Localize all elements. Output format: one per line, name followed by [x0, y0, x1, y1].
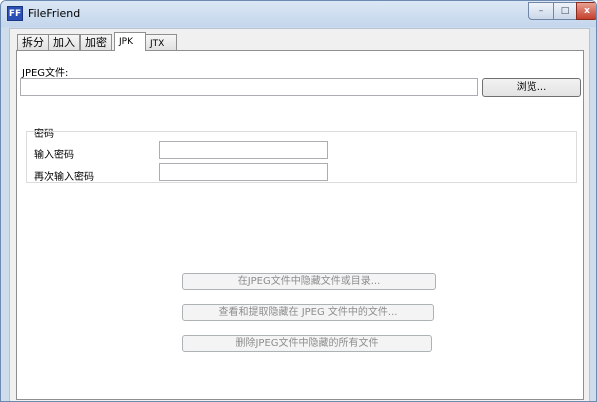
jpeg-file-input[interactable] — [20, 78, 478, 96]
confirm-password-label: 再次输入密码 — [34, 172, 94, 183]
confirm-password-input[interactable] — [159, 163, 328, 181]
password-label: 输入密码 — [34, 150, 74, 161]
jpeg-file-label: JPEG文件: — [22, 68, 69, 79]
extract-files-button[interactable]: 查看和提取隐藏在 JPEG 文件中的文件... — [182, 304, 434, 321]
tab-encrypt[interactable]: 加密 — [80, 34, 112, 50]
maximize-button[interactable]: □ — [553, 2, 577, 20]
minimize-button[interactable]: – — [528, 2, 554, 20]
password-input[interactable] — [159, 141, 328, 159]
title-bar[interactable]: FF FileFriend – □ x — [1, 1, 596, 27]
tab-jpk[interactable]: JPK — [114, 32, 146, 51]
tab-split[interactable]: 拆分 — [17, 34, 49, 50]
tab-jpk-label: JPK — [119, 37, 133, 47]
jpk-panel: JPEG文件: 浏览... 密码 输入密码 再次输入密码 在JPEG文件中隐藏文… — [16, 50, 584, 400]
tab-jtx-label: JTX — [150, 39, 165, 49]
browse-button[interactable]: 浏览... — [482, 78, 581, 97]
client-area: 拆分 加入 加密 JPK JTX JPEG文件: 浏览... 密码 输入密码 再… — [9, 28, 590, 401]
app-icon: FF — [7, 6, 23, 21]
window-title: FileFriend — [28, 7, 81, 20]
tab-join[interactable]: 加入 — [48, 34, 80, 50]
delete-hidden-files-button[interactable]: 删除JPEG文件中隐藏的所有文件 — [182, 335, 432, 352]
filefriend-window: FF FileFriend – □ x 拆分 加入 加密 JPK JTX JPE… — [0, 0, 597, 402]
close-button[interactable]: x — [576, 2, 596, 20]
hide-files-button[interactable]: 在JPEG文件中隐藏文件或目录... — [182, 273, 436, 290]
tab-jtx[interactable]: JTX — [145, 34, 177, 50]
